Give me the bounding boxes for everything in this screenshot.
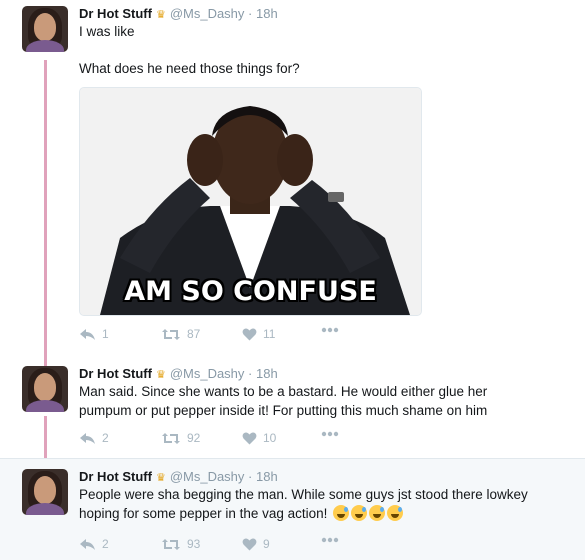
author-handle[interactable]: @Ms_Dashy — [170, 6, 245, 21]
tweet-text: People were sha begging the man. While s… — [79, 485, 559, 523]
tweet-header: Dr Hot Stuff ♛ @Ms_Dashy · 18h — [79, 6, 278, 23]
author-handle[interactable]: @Ms_Dashy — [170, 366, 245, 381]
like-button[interactable]: 11 — [242, 327, 275, 341]
reply-button[interactable]: 2 — [79, 537, 109, 551]
avatar[interactable] — [22, 469, 68, 515]
like-count: 9 — [263, 537, 270, 551]
like-button[interactable]: 10 — [242, 431, 276, 445]
retweet-button[interactable]: 87 — [161, 327, 200, 341]
more-icon — [321, 537, 339, 543]
tweet-text: I was like — [79, 24, 135, 39]
grinning-sweat-emoji-icon — [333, 505, 350, 521]
heart-icon — [242, 538, 257, 550]
tweet-header: Dr Hot Stuff ♛ @Ms_Dashy · 18h — [79, 366, 278, 383]
more-icon — [321, 327, 339, 333]
more-button[interactable] — [321, 431, 339, 437]
more-icon — [321, 431, 339, 437]
reply-button[interactable]: 1 — [79, 327, 109, 341]
reply-icon — [80, 328, 95, 340]
author-handle[interactable]: @Ms_Dashy — [170, 469, 245, 484]
tweet-actions: 2 92 10 — [79, 431, 379, 447]
separator: · — [248, 469, 253, 484]
author-name[interactable]: Dr Hot Stuff — [79, 469, 152, 484]
retweet-count: 93 — [187, 537, 201, 551]
crown-icon: ♛ — [155, 9, 166, 21]
like-count: 11 — [263, 327, 276, 341]
reply-icon — [80, 432, 95, 444]
crown-icon: ♛ — [155, 472, 166, 484]
like-count: 10 — [263, 431, 277, 445]
tweet[interactable]: Dr Hot Stuff ♛ @Ms_Dashy · 18h Man said. S… — [0, 352, 585, 458]
retweet-icon — [162, 328, 180, 340]
author-name[interactable]: Dr Hot Stuff — [79, 6, 152, 21]
tweet-actions: 2 93 9 — [79, 537, 379, 553]
like-button[interactable]: 9 — [242, 537, 270, 551]
crown-icon: ♛ — [155, 369, 166, 381]
heart-icon — [242, 328, 257, 340]
more-button[interactable] — [321, 537, 339, 543]
tweet-header: Dr Hot Stuff ♛ @Ms_Dashy · 18h — [79, 469, 278, 486]
reply-count: 2 — [102, 537, 109, 551]
author-name[interactable]: Dr Hot Stuff — [79, 366, 152, 381]
timestamp[interactable]: 18h — [256, 366, 278, 381]
tweet-text-content: People were sha begging the man. While s… — [79, 487, 528, 521]
retweet-button[interactable]: 93 — [161, 537, 200, 551]
grinning-sweat-emoji-icon — [351, 505, 368, 521]
meme-caption: AM SO CONFUSE — [124, 276, 377, 307]
tweet-actions: 1 87 11 — [79, 327, 379, 343]
retweet-count: 87 — [187, 327, 201, 341]
tweet-text: Man said. Since she wants to be a bastar… — [79, 384, 488, 418]
timestamp[interactable]: 18h — [256, 469, 278, 484]
tweet-media[interactable]: AM SO CONFUSE — [79, 87, 422, 316]
retweet-icon — [162, 538, 180, 550]
timestamp[interactable]: 18h — [256, 6, 278, 21]
avatar[interactable] — [22, 6, 68, 52]
reply-count: 2 — [102, 431, 109, 445]
tweet-text: What does he need those things for? — [79, 61, 300, 76]
more-button[interactable] — [321, 327, 339, 333]
retweet-icon — [162, 432, 180, 444]
reply-icon — [80, 538, 95, 550]
tweet[interactable]: Dr Hot Stuff ♛ @Ms_Dashy · 18h People were… — [0, 458, 585, 560]
reply-button[interactable]: 2 — [79, 431, 109, 445]
avatar[interactable] — [22, 366, 68, 412]
retweet-button[interactable]: 92 — [161, 431, 200, 445]
separator: · — [248, 366, 253, 381]
grinning-sweat-emoji-icon — [369, 505, 386, 521]
tweet[interactable]: Dr Hot Stuff ♛ @Ms_Dashy · 18h I was like … — [0, 0, 585, 352]
separator: · — [248, 6, 253, 21]
retweet-count: 92 — [187, 431, 201, 445]
grinning-sweat-emoji-icon — [387, 505, 404, 521]
reply-count: 1 — [102, 327, 109, 341]
heart-icon — [242, 432, 257, 444]
